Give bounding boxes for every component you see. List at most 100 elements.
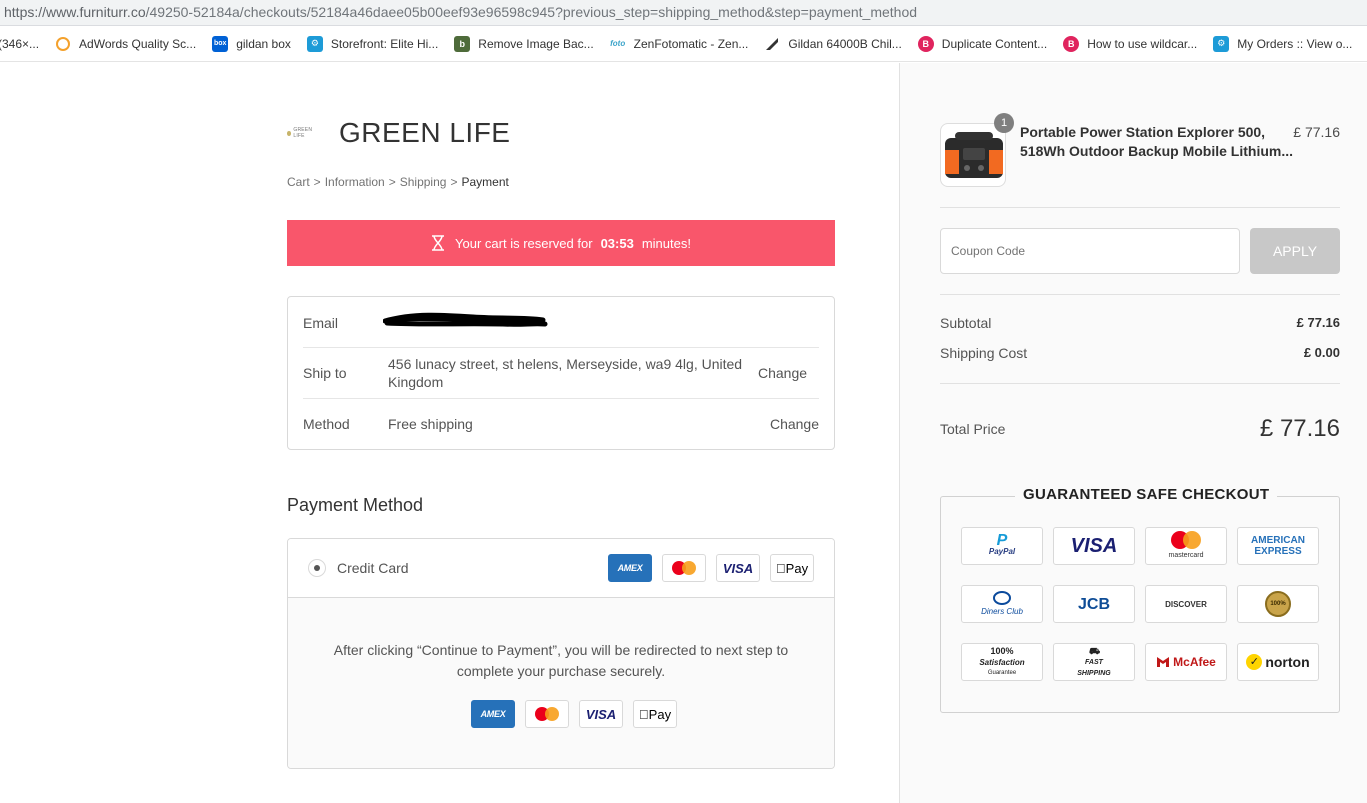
url-path: /49250-52184a/checkouts/52184a46daee05b0… <box>145 4 918 20</box>
mastercard-icon <box>525 700 569 728</box>
shop-header[interactable]: GREEN LIFE GREEN LIFE <box>287 117 510 149</box>
adwords-icon <box>55 36 71 52</box>
timer-countdown: 03:53 <box>600 235 634 251</box>
email-label: Email <box>303 315 339 331</box>
bookmark-7[interactable]: Gildan 64000B Chil... <box>764 36 902 52</box>
shipping-row: Shipping Cost £ 0.00 <box>940 345 1340 361</box>
accepted-cards: AMEX VISA Pay <box>598 554 814 582</box>
order-review-box: Email Ship to 456 lunacy street, st hele… <box>287 296 835 450</box>
shipping-label: Shipping Cost <box>940 345 1028 361</box>
breadcrumb-payment: Payment <box>461 175 509 189</box>
visa-icon: VISA <box>1053 527 1135 565</box>
credit-card-option[interactable]: Credit Card AMEX VISA Pay <box>288 539 834 598</box>
review-ship-row: Ship to 456 lunacy street, st helens, Me… <box>303 355 819 391</box>
hourglass-icon <box>432 235 445 251</box>
timer-prefix: Your cart is reserved for <box>455 235 593 251</box>
credit-card-radio[interactable] <box>308 559 326 577</box>
subtotal-label: Subtotal <box>940 315 992 331</box>
shop-logo: GREEN LIFE <box>287 126 321 140</box>
b-icon: b <box>454 35 471 52</box>
discover-icon: DISCOVER <box>1145 585 1227 623</box>
bookmark-9[interactable]: B How to use wildcar... <box>1063 35 1198 52</box>
amex-icon: AMEX <box>608 554 652 582</box>
change-method-link[interactable]: Change <box>770 416 819 432</box>
mcafee-icon: McAfee <box>1145 643 1227 681</box>
b-circle-icon: B <box>1063 35 1080 52</box>
trust-badges: P PayPal VISA mastercard AMERICAN EXPRESS … <box>961 527 1319 681</box>
payment-method-box: Credit Card AMEX VISA Pay After clickin… <box>287 538 835 769</box>
apply-coupon-button[interactable]: APPLY <box>1250 228 1340 274</box>
bookmark-label: How to use wildcar... <box>1087 36 1198 51</box>
bookmark-label: Storefront: Elite Hi... <box>330 36 439 51</box>
total-value: £ 77.16 <box>1259 415 1340 442</box>
bookmark-4[interactable]: ⚙ Storefront: Elite Hi... <box>306 35 439 52</box>
timer-suffix: minutes! <box>641 235 691 251</box>
box-icon: box <box>212 35 229 52</box>
address-bar[interactable]: https://www.furniturr.co/49250-52184a/ch… <box>0 0 1367 26</box>
breadcrumb-cart[interactable]: Cart <box>287 175 310 189</box>
redirect-note: After clicking “Continue to Payment”, yo… <box>333 642 789 679</box>
apple-pay-icon: Pay <box>770 554 814 582</box>
product-thumbnail <box>940 123 1006 187</box>
amex-icon: AMEX <box>471 700 515 728</box>
bookmark-3[interactable]: box gildan box <box>212 35 291 52</box>
diners-club-icon: Diners Club <box>961 585 1043 623</box>
bookmark-label: gildan box <box>236 36 291 51</box>
gear-icon: ⚙ <box>1213 35 1230 52</box>
change-address-link[interactable]: Change <box>758 365 807 381</box>
mastercard-icon: mastercard <box>1145 527 1227 565</box>
shipping-value: £ 0.00 <box>1303 345 1340 360</box>
mastercard-icon <box>662 554 706 582</box>
amex-icon: AMERICAN EXPRESS <box>1237 527 1319 565</box>
coupon-input[interactable] <box>940 228 1240 274</box>
shop-name: GREEN LIFE <box>339 117 511 148</box>
method-label: Method <box>303 416 350 432</box>
product-price: £ 77.16 <box>1293 124 1340 140</box>
bookmark-label: (346×... <box>0 36 40 51</box>
order-summary: 1 Portable Power Station Explorer 500, 5… <box>899 63 1367 803</box>
payment-method-title: Payment Method <box>287 495 424 515</box>
visa-icon: VISA <box>579 700 623 728</box>
ship-value: 456 lunacy street, st helens, Merseyside… <box>388 356 743 390</box>
bookmark-label: AdWords Quality Sc... <box>79 36 197 51</box>
apple-pay-icon: Pay <box>633 700 677 728</box>
redaction-scribble <box>383 312 548 327</box>
bookmark-5[interactable]: b Remove Image Bac... <box>454 35 594 52</box>
total-row: Total Price £ 77.16 <box>940 415 1340 443</box>
jcb-icon: JCB <box>1053 585 1135 623</box>
bookmark-8[interactable]: B Duplicate Content... <box>917 35 1048 52</box>
satisfaction-guarantee-icon: 100% Satisfaction Guarantee <box>961 643 1043 681</box>
bookmark-label: Gildan 64000B Chil... <box>788 36 902 51</box>
bookmark-label: Duplicate Content... <box>941 36 1048 51</box>
url-host: https://www.furniturr.co <box>4 4 146 20</box>
breadcrumb: Cart > Information > Shipping > Payment <box>287 175 509 189</box>
review-method-row: Method Free shipping Change <box>303 414 819 434</box>
credit-card-label: Credit Card <box>337 560 409 576</box>
bookmark-label: My Orders :: View o... <box>1237 36 1353 51</box>
guarantee-title: GUARANTEED SAFE CHECKOUT <box>1015 486 1278 503</box>
quantity-badge: 1 <box>994 113 1014 133</box>
visa-icon: VISA <box>716 554 760 582</box>
bookmark-6[interactable]: foto ZenFotomatic - Zen... <box>610 36 748 52</box>
ship-label: Ship to <box>303 365 347 381</box>
pen-icon <box>764 36 780 52</box>
bookmark-1[interactable]: (346×... <box>0 37 39 51</box>
review-email-row: Email <box>303 313 819 333</box>
breadcrumb-information[interactable]: Information <box>325 175 385 189</box>
foto-icon: foto <box>610 39 626 48</box>
gear-icon: ⚙ <box>306 35 323 52</box>
payment-redirect-panel: After clicking “Continue to Payment”, yo… <box>288 598 834 768</box>
guarantee-seal-icon: 100% <box>1237 585 1319 623</box>
method-value: Free shipping <box>388 416 473 432</box>
checkout-main: GREEN LIFE GREEN LIFE Cart > Information > S… <box>0 63 899 803</box>
norton-icon: ✓ norton <box>1237 643 1319 681</box>
paypal-icon: P PayPal <box>961 527 1043 565</box>
guaranteed-checkout-box: GUARANTEED SAFE CHECKOUT P PayPal VISA ma… <box>940 486 1340 713</box>
product-name: Portable Power Station Explorer 500, 518… <box>1020 124 1294 159</box>
subtotal-value: £ 77.16 <box>1296 315 1340 330</box>
bookmark-2[interactable]: AdWords Quality Sc... <box>55 36 196 52</box>
bookmark-10[interactable]: ⚙ My Orders :: View o... <box>1213 35 1353 52</box>
breadcrumb-shipping[interactable]: Shipping <box>400 175 447 189</box>
cart-reservation-banner: Your cart is reserved for 03:53 minutes! <box>287 220 835 266</box>
total-label: Total Price <box>940 421 1006 437</box>
